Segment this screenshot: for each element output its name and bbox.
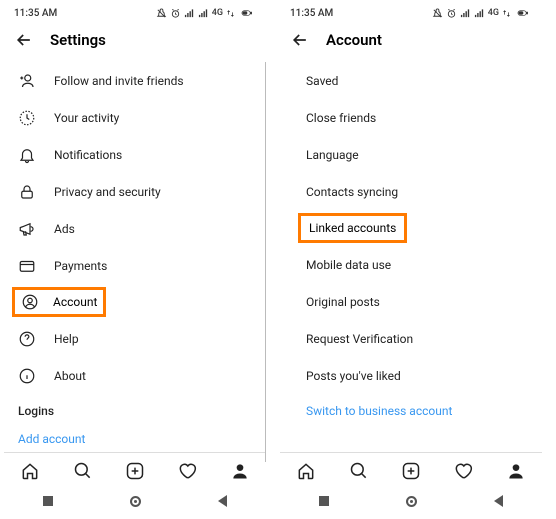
info-icon: [18, 367, 36, 385]
row-label: Account: [53, 295, 97, 309]
status-bar: 11:35 AM 4G: [4, 4, 266, 22]
alarm-icon: [156, 8, 167, 19]
logins-header: Logins: [4, 394, 266, 422]
account-icon: [21, 293, 39, 311]
original-posts-row[interactable]: Original posts: [280, 283, 542, 320]
status-time: 11:35 AM: [290, 8, 333, 19]
linked-accounts-row-highlighted[interactable]: Linked accounts: [298, 213, 407, 243]
recents-button[interactable]: [319, 496, 329, 506]
row-label: Original posts: [306, 295, 380, 309]
alarm-icon: [432, 8, 443, 19]
bottom-nav: [280, 452, 542, 488]
row-label: Request Verification: [306, 332, 413, 346]
add-person-icon: [18, 72, 36, 90]
battery-icon: [238, 8, 256, 19]
row-label: About: [54, 369, 86, 383]
back-arrow-icon[interactable]: [14, 30, 34, 50]
row-label: Privacy and security: [54, 185, 161, 199]
data-arrows-icon: [502, 9, 511, 18]
lock-icon: [18, 183, 36, 201]
profile-icon[interactable]: [230, 461, 250, 481]
status-time: 11:35 AM: [14, 8, 57, 19]
search-icon[interactable]: [73, 461, 93, 481]
home-button[interactable]: [130, 496, 141, 507]
row-label: Ads: [54, 222, 75, 236]
row-label: Linked accounts: [309, 221, 396, 235]
row-label: Notifications: [54, 148, 122, 162]
about-row[interactable]: About: [4, 357, 266, 394]
signal-icon-2: [198, 8, 209, 19]
payments-row[interactable]: Payments: [4, 247, 266, 284]
scroll-indicator: [265, 62, 266, 462]
saved-row[interactable]: Saved: [280, 62, 542, 99]
row-label: Saved: [306, 74, 338, 88]
mobile-data-row[interactable]: Mobile data use: [280, 246, 542, 283]
account-list: Saved Close friends Language Contacts sy…: [280, 58, 542, 452]
recents-button[interactable]: [43, 496, 53, 506]
help-row[interactable]: Help: [4, 320, 266, 357]
ads-row[interactable]: Ads: [4, 210, 266, 247]
battery-icon: [514, 8, 532, 19]
back-button[interactable]: [218, 495, 227, 507]
add-account-link[interactable]: Add account: [4, 422, 266, 452]
request-verification-row[interactable]: Request Verification: [280, 320, 542, 357]
home-button[interactable]: [406, 496, 417, 507]
activity-row[interactable]: Your activity: [4, 99, 266, 136]
status-icons: 4G: [432, 8, 532, 19]
account-row-highlighted[interactable]: Account: [12, 287, 106, 317]
megaphone-icon: [18, 220, 36, 238]
profile-icon[interactable]: [506, 461, 526, 481]
heart-icon[interactable]: [453, 461, 473, 481]
back-arrow-icon[interactable]: [290, 30, 310, 50]
search-icon[interactable]: [349, 461, 369, 481]
activity-icon: [18, 109, 36, 127]
row-label: Language: [306, 148, 359, 162]
signal-icon: [184, 8, 195, 19]
clock-icon: [446, 8, 457, 19]
signal-icon: [460, 8, 471, 19]
header: Settings: [4, 22, 266, 58]
clock-icon: [170, 8, 181, 19]
follow-invite-row[interactable]: Follow and invite friends: [4, 62, 266, 99]
row-label: Contacts syncing: [306, 185, 398, 199]
posts-liked-row[interactable]: Posts you've liked: [280, 357, 542, 394]
close-friends-row[interactable]: Close friends: [280, 99, 542, 136]
back-button[interactable]: [494, 495, 503, 507]
system-nav: [280, 488, 542, 514]
home-icon[interactable]: [296, 461, 316, 481]
header: Account: [280, 22, 542, 58]
row-label: Mobile data use: [306, 258, 391, 272]
privacy-row[interactable]: Privacy and security: [4, 173, 266, 210]
add-post-icon[interactable]: [125, 461, 145, 481]
card-icon: [18, 257, 36, 275]
system-nav: [4, 488, 266, 514]
signal-icon-2: [474, 8, 485, 19]
row-label: Posts you've liked: [306, 369, 401, 383]
settings-list: Follow and invite friends Your activity …: [4, 58, 266, 452]
row-label: Close friends: [306, 111, 376, 125]
heart-icon[interactable]: [177, 461, 197, 481]
status-icons: 4G: [156, 8, 256, 19]
row-label: Payments: [54, 259, 107, 273]
home-icon[interactable]: [20, 461, 40, 481]
bell-icon: [18, 146, 36, 164]
data-arrows-icon: [226, 9, 235, 18]
language-row[interactable]: Language: [280, 136, 542, 173]
status-bar: 11:35 AM 4G: [280, 4, 542, 22]
contacts-syncing-row[interactable]: Contacts syncing: [280, 173, 542, 210]
settings-screen: 11:35 AM 4G Settings Follow and invite f…: [4, 4, 266, 514]
add-post-icon[interactable]: [401, 461, 421, 481]
network-label: 4G: [488, 8, 499, 18]
page-title: Account: [326, 31, 382, 49]
notifications-row[interactable]: Notifications: [4, 136, 266, 173]
row-label: Follow and invite friends: [54, 74, 184, 88]
bottom-nav: [4, 452, 266, 488]
page-title: Settings: [50, 31, 106, 49]
account-screen: 11:35 AM 4G Account Saved Close friends …: [280, 4, 542, 514]
row-label: Your activity: [54, 111, 119, 125]
row-label: Help: [54, 332, 79, 346]
switch-business-link[interactable]: Switch to business account: [280, 394, 542, 428]
help-icon: [18, 330, 36, 348]
network-label: 4G: [212, 8, 223, 18]
